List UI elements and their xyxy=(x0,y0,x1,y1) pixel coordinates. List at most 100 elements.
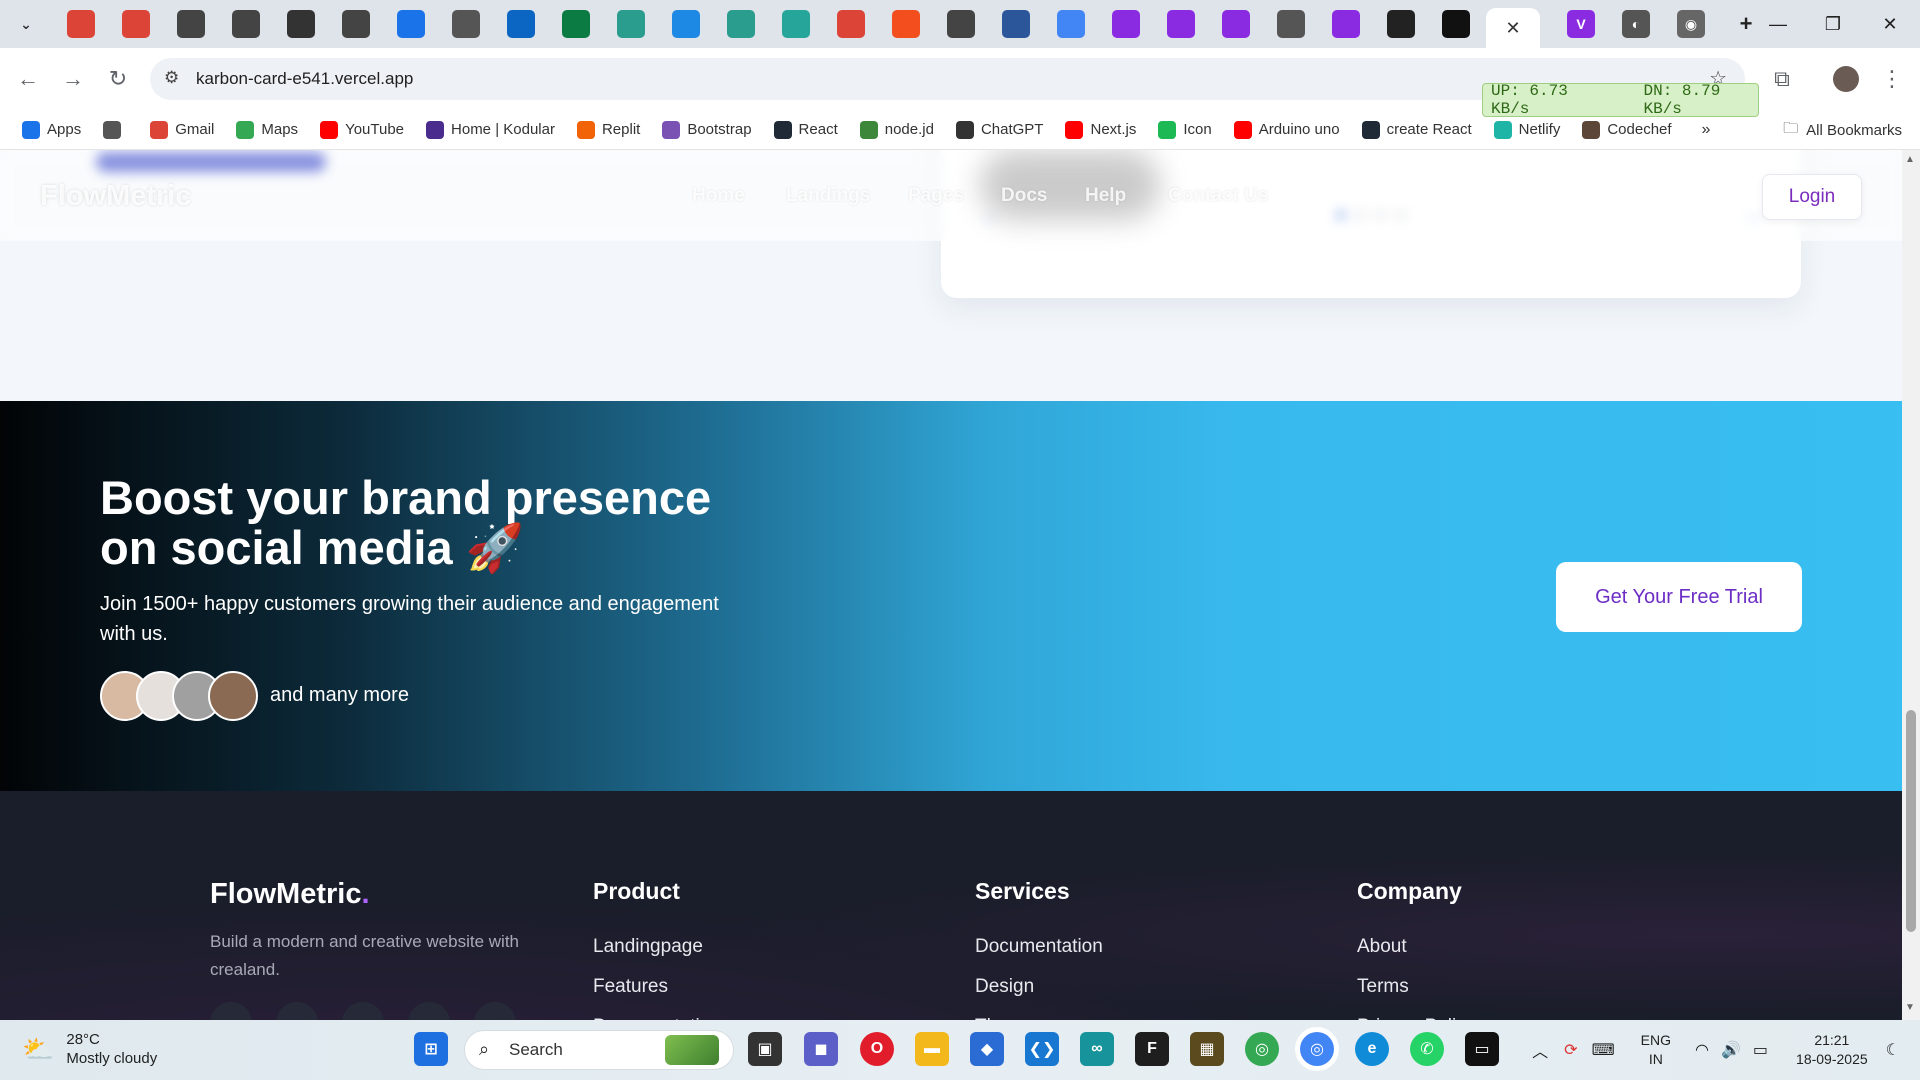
bookmark-item[interactable]: create React xyxy=(1361,120,1472,139)
tab-favicon-icon[interactable] xyxy=(507,10,535,38)
arduino-icon[interactable]: ∞ xyxy=(1080,1032,1114,1066)
social-icon[interactable] xyxy=(408,1002,450,1020)
opera-icon[interactable]: O xyxy=(860,1032,894,1066)
maximize-icon[interactable]: ❐ xyxy=(1805,0,1861,48)
close-window-icon[interactable]: ✕ xyxy=(1862,0,1918,48)
footer-link[interactable]: Themes xyxy=(975,1007,1103,1020)
free-trial-button[interactable]: Get Your Free Trial xyxy=(1556,562,1802,632)
nav-home[interactable]: Home xyxy=(692,185,745,207)
menu-kebab-icon[interactable]: ⋮ xyxy=(1874,61,1910,97)
chevron-up-icon[interactable]: ︿ xyxy=(1532,1038,1548,1062)
figma-icon[interactable]: F xyxy=(1135,1032,1169,1066)
tab-favicon-icon[interactable] xyxy=(837,10,865,38)
tab-icon[interactable]: ◐ xyxy=(1622,10,1650,38)
bookmark-item[interactable]: Replit xyxy=(576,120,640,139)
tab-favicon-icon[interactable] xyxy=(177,10,205,38)
tab-favicon-icon[interactable] xyxy=(342,10,370,38)
tab-favicon-icon[interactable] xyxy=(672,10,700,38)
profile-avatar[interactable] xyxy=(1828,61,1864,97)
back-icon[interactable]: ← xyxy=(10,61,46,97)
bookmark-item[interactable]: Home | Kodular xyxy=(426,120,555,139)
reload-icon[interactable]: ↻ xyxy=(100,61,136,97)
footer-link[interactable]: Landingpage xyxy=(593,927,721,967)
whatsapp-icon[interactable]: ✆ xyxy=(1410,1032,1444,1066)
edge-icon[interactable]: e xyxy=(1355,1032,1389,1066)
footer-link[interactable]: Features xyxy=(593,967,721,1007)
nav-contact-us[interactable]: Contact Us xyxy=(1168,185,1268,207)
clock[interactable]: 21:21 18-09-2025 xyxy=(1796,1031,1868,1069)
footer-link[interactable]: Documentation xyxy=(593,1007,721,1020)
tab-favicon-icon[interactable] xyxy=(452,10,480,38)
vscode-icon[interactable]: ❮❯ xyxy=(1025,1032,1059,1066)
tab-favicon-icon[interactable] xyxy=(1277,10,1305,38)
tab-favicon-icon[interactable] xyxy=(287,10,315,38)
bookmark-item[interactable]: Maps xyxy=(236,120,298,139)
page-scrollbar[interactable]: ▲ ▼ xyxy=(1902,150,1920,1020)
bookmark-item[interactable]: Next.js xyxy=(1065,120,1136,139)
extensions-icon[interactable]: ⧉ xyxy=(1764,61,1800,97)
nav-landings[interactable]: Landings xyxy=(786,185,870,207)
bookmark-item[interactable]: node.jd xyxy=(859,120,934,139)
tab-search-dropdown-icon[interactable]: ⌄ xyxy=(12,10,40,38)
social-icon[interactable] xyxy=(210,1002,252,1020)
terminal-icon[interactable]: ▭ xyxy=(1465,1032,1499,1066)
bookmark-item[interactable]: Arduino uno xyxy=(1233,120,1340,139)
bookmark-item[interactable]: Gmail xyxy=(150,120,214,139)
footer-logo[interactable]: FlowMetric. xyxy=(210,878,370,911)
teams-meet-icon[interactable]: ◼ xyxy=(804,1032,838,1066)
nav-help[interactable]: Help xyxy=(1085,185,1126,207)
nav-docs[interactable]: Docs xyxy=(1001,185,1047,207)
bookmarks-overflow-icon[interactable]: » xyxy=(1702,121,1711,139)
tab-favicon-icon[interactable] xyxy=(232,10,260,38)
tab-favicon-icon[interactable] xyxy=(892,10,920,38)
chrome-icon[interactable]: ◎ xyxy=(1245,1032,1279,1066)
bookmark-item[interactable]: Icon xyxy=(1158,120,1212,139)
footer-link[interactable]: About xyxy=(1357,927,1475,967)
scrollbar-thumb[interactable] xyxy=(1906,710,1916,932)
tab-favicon-icon[interactable] xyxy=(1387,10,1415,38)
tab-favicon-icon[interactable] xyxy=(1222,10,1250,38)
footer-link[interactable]: Privacy Policy xyxy=(1357,1007,1475,1020)
tab-favicon-icon[interactable] xyxy=(782,10,810,38)
tab-favicon-icon[interactable] xyxy=(122,10,150,38)
tab-favicon-icon[interactable] xyxy=(947,10,975,38)
tab-favicon-icon[interactable] xyxy=(1442,10,1470,38)
start-windows-icon[interactable]: ⊞ xyxy=(414,1032,448,1066)
microsoft-store-icon[interactable]: ◆ xyxy=(970,1032,1004,1066)
task-view-icon[interactable]: ▣ xyxy=(748,1032,782,1066)
all-bookmarks-button[interactable]: 🗀 All Bookmarks xyxy=(1783,110,1902,150)
taskbar-search[interactable]: ⌕ Search xyxy=(464,1030,734,1070)
bookmark-item[interactable] xyxy=(103,120,128,139)
footer-link[interactable]: Terms xyxy=(1357,967,1475,1007)
tab-favicon-icon[interactable] xyxy=(67,10,95,38)
social-icon[interactable] xyxy=(276,1002,318,1020)
bookmark-item[interactable]: Codechef xyxy=(1582,120,1672,139)
tab-favicon-icon[interactable] xyxy=(1057,10,1085,38)
scroll-down-icon[interactable]: ▼ xyxy=(1905,1002,1915,1013)
tab-favicon-icon[interactable] xyxy=(562,10,590,38)
bookmark-item[interactable]: ChatGPT xyxy=(955,120,1043,139)
tab-icon[interactable]: ◉ xyxy=(1677,10,1705,38)
tab-favicon-icon[interactable] xyxy=(1112,10,1140,38)
minimize-icon[interactable]: — xyxy=(1750,0,1806,48)
app-icon[interactable]: ▦ xyxy=(1190,1032,1224,1066)
tab-favicon-icon[interactable] xyxy=(617,10,645,38)
tab-favicon-icon[interactable] xyxy=(1002,10,1030,38)
wifi-icon[interactable]: ◠ xyxy=(1695,1040,1709,1060)
nav-pages[interactable]: Pages xyxy=(908,185,964,207)
bookmark-item[interactable]: Bootstrap xyxy=(662,120,752,139)
active-tab-close-icon[interactable]: ✕ xyxy=(1486,8,1540,48)
tab-favicon-icon[interactable] xyxy=(1332,10,1360,38)
volume-icon[interactable]: 🔊 xyxy=(1721,1040,1741,1060)
bookmark-item[interactable]: React xyxy=(773,120,838,139)
weather-widget[interactable]: ⛅ 28°C Mostly cloudy xyxy=(22,1030,157,1068)
site-logo[interactable]: FlowMetric xyxy=(40,180,191,213)
login-button[interactable]: Login xyxy=(1762,174,1862,220)
social-icon[interactable] xyxy=(474,1002,516,1020)
bookmark-item[interactable]: YouTube xyxy=(320,120,404,139)
language-indicator[interactable]: ENG IN xyxy=(1641,1031,1671,1069)
notifications-icon[interactable]: ☾ xyxy=(1886,1040,1900,1060)
bookmark-item[interactable]: Apps xyxy=(22,120,81,139)
tab-favicon-icon[interactable] xyxy=(1167,10,1195,38)
bookmark-item[interactable]: Netlify xyxy=(1493,120,1560,139)
